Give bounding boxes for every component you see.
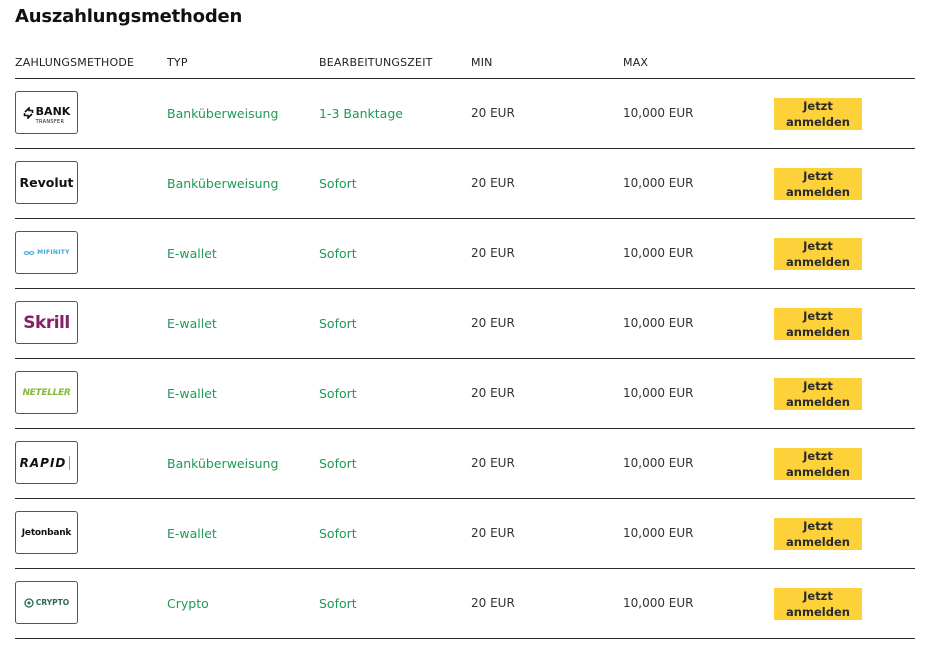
bank-transfer-logo: BANK TRANSFER xyxy=(15,91,78,134)
processing-time: Sofort xyxy=(319,456,357,471)
max-amount: 10,000 EUR xyxy=(623,456,694,470)
max-amount: 10,000 EUR xyxy=(623,596,694,610)
header-typ: TYP xyxy=(167,56,188,69)
max-amount: 10,000 EUR xyxy=(623,176,694,190)
table-row: NETELLER E-wallet Sofort 20 EUR 10,000 EUR Je… xyxy=(15,359,915,429)
signup-button[interactable]: Jetzt anmelden xyxy=(774,168,862,200)
processing-time: Sofort xyxy=(319,176,357,191)
max-amount: 10,000 EUR xyxy=(623,316,694,330)
logo-text: Skrill xyxy=(23,312,70,333)
table-row: Jetonbank E-wallet Sofort 20 EUR 10,000 EUR J… xyxy=(15,499,915,569)
payment-type: Banküberweisung xyxy=(167,106,279,121)
signup-button[interactable]: Jetzt anmelden xyxy=(774,238,862,270)
processing-time: Sofort xyxy=(319,386,357,401)
min-amount: 20 EUR xyxy=(471,456,515,470)
header-max: MAX xyxy=(623,56,649,69)
logo-text: NETELLER xyxy=(22,387,71,398)
payment-type: E-wallet xyxy=(167,526,217,541)
table-body: BANK TRANSFER Banküberweisung 1-3 Banktage 2… xyxy=(15,79,915,639)
payment-type: Banküberweisung xyxy=(167,456,279,471)
min-amount: 20 EUR xyxy=(471,246,515,260)
min-amount: 20 EUR xyxy=(471,106,515,120)
signup-button[interactable]: Jetzt anmelden xyxy=(774,98,862,130)
min-amount: 20 EUR xyxy=(471,526,515,540)
payment-type: E-wallet xyxy=(167,246,217,261)
logo-text: Revolut xyxy=(19,175,74,190)
table-row: RAPID Banküberweisung Sofort 20 EUR 10,000 E… xyxy=(15,429,915,499)
processing-time: 1-3 Banktage xyxy=(319,106,403,121)
table-header: ZAHLUNGSMETHODE TYP BEARBEITUNGSZEIT MIN… xyxy=(15,45,915,79)
signup-button[interactable]: Jetzt anmelden xyxy=(774,308,862,340)
logo-text: CRYPTO xyxy=(35,598,70,607)
revolut-logo: Revolut xyxy=(15,161,78,204)
table-row: Revolut Banküberweisung Sofort 20 EUR 10,000… xyxy=(15,149,915,219)
signup-button[interactable]: Jetzt anmelden xyxy=(774,518,862,550)
min-amount: 20 EUR xyxy=(471,316,515,330)
processing-time: Sofort xyxy=(319,246,357,261)
signup-button[interactable]: Jetzt anmelden xyxy=(774,588,862,620)
logo-text: BANK xyxy=(35,105,71,118)
skrill-logo: Skrill xyxy=(15,301,78,344)
payment-type: Crypto xyxy=(167,596,209,611)
logo-text: Jetonbank xyxy=(21,527,72,538)
logo-subtext: TRANSFER xyxy=(35,119,65,125)
payment-type: E-wallet xyxy=(167,316,217,331)
jetonbank-logo: Jetonbank xyxy=(15,511,78,554)
max-amount: 10,000 EUR xyxy=(623,246,694,260)
signup-button[interactable]: Jetzt anmelden xyxy=(774,378,862,410)
processing-time: Sofort xyxy=(319,526,357,541)
mifinity-logo: MIFINITY xyxy=(15,231,78,274)
signup-button[interactable]: Jetzt anmelden xyxy=(774,448,862,480)
neteller-logo: NETELLER xyxy=(15,371,78,414)
crypto-coin-icon xyxy=(24,597,34,608)
max-amount: 10,000 EUR xyxy=(623,106,694,120)
processing-time: Sofort xyxy=(319,596,357,611)
payment-type: E-wallet xyxy=(167,386,217,401)
page-title: Auszahlungsmethoden xyxy=(15,6,243,27)
header-zahlungsmethode: ZAHLUNGSMETHODE xyxy=(15,56,135,69)
header-bearbeitungszeit: BEARBEITUNGSZEIT xyxy=(319,56,433,69)
bank-transfer-arrows-icon xyxy=(23,106,33,119)
min-amount: 20 EUR xyxy=(471,596,515,610)
payment-type: Banküberweisung xyxy=(167,176,279,191)
rapid-logo: RAPID xyxy=(15,441,78,484)
table-row: Skrill E-wallet Sofort 20 EUR 10,000 EUR Jetz… xyxy=(15,289,915,359)
table-row: CRYPTO Crypto Sofort 20 EUR 10,000 EUR Jetzt … xyxy=(15,569,915,639)
logo-text: MIFINITY xyxy=(37,249,70,256)
table-row: MIFINITY E-wallet Sofort 20 EUR 10,000 EUR Je… xyxy=(15,219,915,289)
mifinity-mark-icon xyxy=(23,250,35,255)
crypto-logo: CRYPTO xyxy=(15,581,78,624)
min-amount: 20 EUR xyxy=(471,176,515,190)
logo-divider xyxy=(69,455,73,470)
payout-methods-table: ZAHLUNGSMETHODE TYP BEARBEITUNGSZEIT MIN… xyxy=(15,45,915,639)
header-min: MIN xyxy=(471,56,493,69)
table-row: BANK TRANSFER Banküberweisung 1-3 Banktage 2… xyxy=(15,79,915,149)
min-amount: 20 EUR xyxy=(471,386,515,400)
processing-time: Sofort xyxy=(319,316,357,331)
max-amount: 10,000 EUR xyxy=(623,386,694,400)
max-amount: 10,000 EUR xyxy=(623,526,694,540)
logo-text: RAPID xyxy=(19,455,67,470)
